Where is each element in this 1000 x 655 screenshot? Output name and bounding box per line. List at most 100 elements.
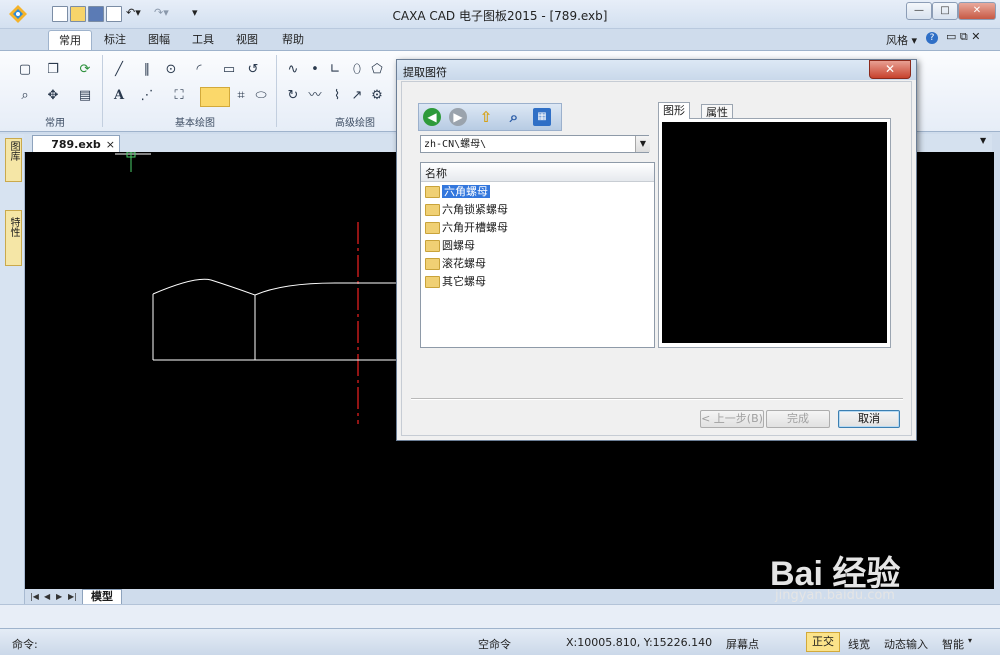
folder-icon	[425, 276, 440, 288]
line-icon[interactable]: ╱	[112, 63, 126, 77]
tab-help[interactable]: 帮助	[272, 30, 314, 49]
path-dropdown-icon[interactable]: ▼	[635, 136, 650, 152]
list-item[interactable]: 其它螺母	[425, 273, 486, 290]
view-mode-icon[interactable]: ▦	[533, 108, 551, 126]
polygon-icon[interactable]: ⬠	[370, 63, 384, 77]
path-combo[interactable]: zh-CN\螺母\	[420, 135, 649, 153]
finish-button[interactable]: 完成	[766, 410, 830, 428]
text-icon[interactable]: A	[112, 89, 126, 103]
tab-dimension[interactable]: 标注	[94, 30, 136, 49]
window-title: CAXA CAD 电子图板2015 - [789.exb]	[392, 9, 608, 23]
properties-icon[interactable]: ▤	[78, 89, 92, 103]
group-separator	[102, 55, 103, 127]
centerline-icon[interactable]: ⋰	[140, 89, 154, 103]
block-icon[interactable]: ⛶	[172, 89, 186, 103]
tab-graphic[interactable]: 图形	[658, 102, 690, 119]
list-column-header[interactable]: 名称	[421, 163, 654, 182]
back-icon[interactable]: ◀	[423, 108, 441, 126]
first-tab-icon[interactable]: |◀	[30, 592, 39, 601]
dynamic-input-toggle[interactable]: 动态输入	[884, 636, 928, 652]
dialog-divider	[411, 398, 903, 400]
nut-top-arc	[152, 278, 400, 296]
pan-icon[interactable]: ✥	[46, 89, 60, 103]
point-mode-selector[interactable]: 屏幕点	[726, 636, 759, 652]
preview-canvas	[662, 122, 887, 343]
refresh-icon[interactable]: ⟳	[78, 63, 92, 77]
chevron-down-icon[interactable]: ▼	[980, 136, 986, 145]
up-folder-icon[interactable]: ⇧	[477, 108, 495, 126]
search-icon[interactable]: ⌕	[505, 108, 523, 126]
smart-snap-selector[interactable]: 智能	[942, 636, 964, 652]
list-item-label: 圆螺母	[442, 239, 475, 252]
style-menu[interactable]: 风格 ▾	[886, 32, 917, 48]
list-item[interactable]: 六角开槽螺母	[425, 219, 508, 236]
coordinate-readout: X:10005.810, Y:15226.140	[566, 636, 713, 649]
folder-icon	[425, 240, 440, 252]
prev-tab-icon[interactable]: ◀	[44, 592, 50, 601]
list-item-label: 滚花螺母	[442, 257, 486, 270]
symbol-library-icon[interactable]	[200, 87, 230, 107]
line-width-toggle[interactable]: 线宽	[848, 636, 870, 652]
minimize-button[interactable]: —	[906, 2, 932, 20]
gear-icon[interactable]: ⚙	[370, 89, 384, 103]
close-tab-icon[interactable]: ×	[106, 136, 115, 153]
list-item[interactable]: 六角锁紧螺母	[425, 201, 508, 218]
dialog-nav-toolbar: ◀ ▶ ⇧ ⌕ ▦	[418, 103, 562, 131]
ribbon-tab-row: 常用 标注 图幅 工具 视图 帮助 风格 ▾ ? ▭ ⧉ ✕	[0, 28, 1000, 50]
rotate-icon[interactable]: ↻	[286, 89, 300, 103]
copy-icon[interactable]: ❐	[46, 63, 60, 77]
point-icon[interactable]: •	[308, 63, 322, 77]
hatch-icon[interactable]: ⌗	[234, 89, 248, 103]
last-tab-icon[interactable]: ▶|	[68, 592, 77, 601]
break-line-icon[interactable]: ⌇	[330, 89, 344, 103]
help-icon[interactable]: ?	[926, 32, 938, 44]
list-item[interactable]: 圆螺母	[425, 237, 475, 254]
list-item-label: 其它螺母	[442, 275, 486, 288]
tab-view[interactable]: 视图	[226, 30, 268, 49]
side-panel: 图库 特性	[0, 134, 25, 604]
group-label-basic-draw: 基本绘图	[175, 118, 215, 129]
folder-icon	[425, 186, 440, 198]
group-separator	[276, 55, 277, 127]
image-icon[interactable]: ⬭	[254, 89, 268, 103]
list-item-label: 六角螺母	[442, 185, 490, 198]
command-input-area[interactable]	[0, 604, 1000, 629]
tab-tools[interactable]: 工具	[182, 30, 224, 49]
tab-drawing-frame[interactable]: 图幅	[138, 30, 180, 49]
back-button[interactable]: < 上一步(B)	[700, 410, 764, 428]
list-item[interactable]: 滚花螺母	[425, 255, 486, 272]
spline-icon[interactable]: ↺	[246, 63, 260, 77]
next-tab-icon[interactable]: ▶	[56, 592, 62, 601]
arrow-icon[interactable]: ↗	[350, 89, 364, 103]
forward-icon[interactable]: ▶	[449, 108, 467, 126]
new-icon[interactable]: ▢	[18, 63, 32, 77]
arc-icon[interactable]: ◜	[192, 63, 206, 77]
document-tab[interactable]: 789.exb ×	[32, 135, 120, 153]
column-name-label: 名称	[425, 167, 447, 180]
side-tab-library[interactable]: 图库	[5, 138, 22, 182]
baidu-watermark: Bai 经验	[770, 555, 901, 593]
status-bar: 命令: 空命令 X:10005.810, Y:15226.140 屏幕点 正交 …	[0, 628, 1000, 655]
rectangle-icon[interactable]: ▭	[222, 63, 236, 77]
ellipse-icon[interactable]: ⬯	[350, 63, 364, 77]
zoom-icon[interactable]: ⌕	[18, 89, 32, 103]
maximize-button[interactable]: □	[932, 2, 958, 20]
curve-icon[interactable]: ∿	[286, 63, 300, 77]
dialog-title-bar: 提取图符 ✕	[397, 60, 916, 80]
group-label-advanced-draw: 高级绘图	[335, 118, 375, 129]
ortho-toggle[interactable]: 正交	[806, 632, 840, 652]
tab-common[interactable]: 常用	[48, 30, 92, 50]
doc-window-controls[interactable]: ▭ ⧉ ✕	[946, 30, 980, 44]
parallel-line-icon[interactable]: ∥	[140, 63, 154, 77]
circle-icon[interactable]: ⊙	[164, 63, 178, 77]
dialog-close-button[interactable]: ✕	[869, 60, 911, 79]
cancel-button[interactable]: 取消	[838, 410, 900, 428]
list-item[interactable]: 六角螺母	[425, 183, 490, 200]
folder-icon	[425, 258, 440, 270]
close-button[interactable]: ✕	[958, 2, 996, 20]
model-tab[interactable]: 模型	[82, 589, 122, 605]
side-tab-properties[interactable]: 特性	[5, 210, 22, 266]
angle-icon[interactable]: ∟	[328, 63, 342, 77]
chevron-down-icon[interactable]: ▾	[968, 636, 972, 645]
wave-icon[interactable]: 〰	[308, 89, 322, 103]
